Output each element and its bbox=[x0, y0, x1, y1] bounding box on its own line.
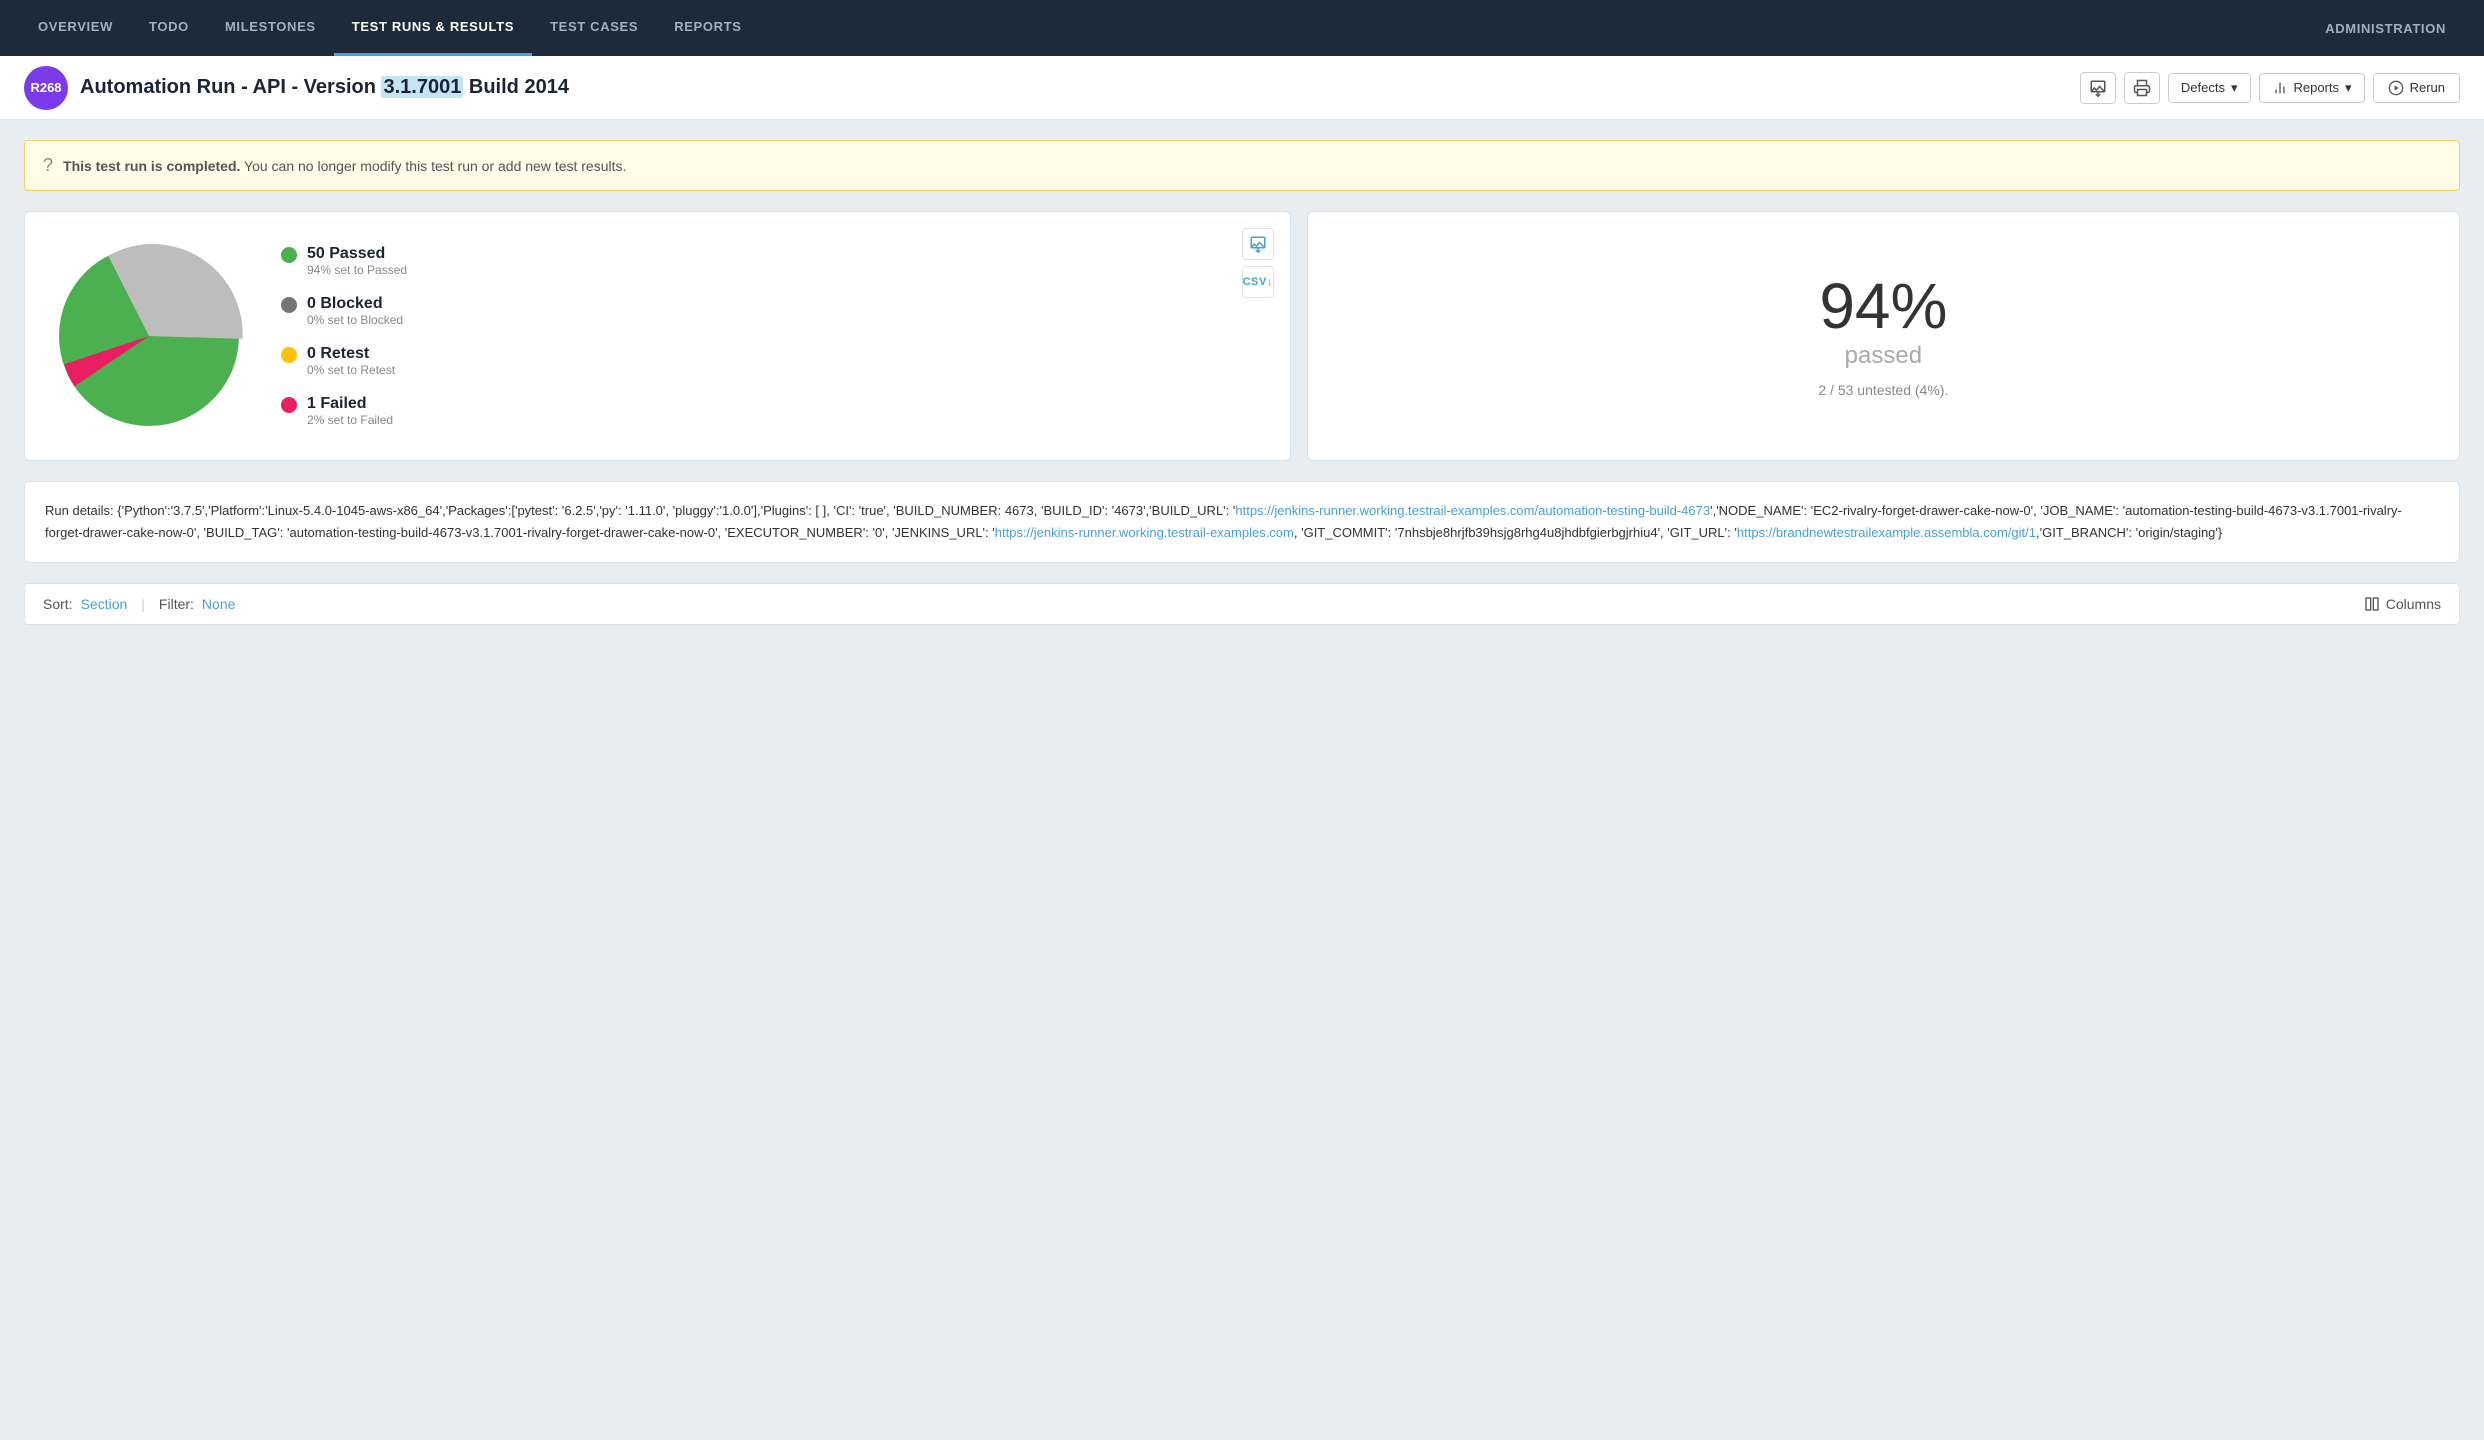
info-icon: ? bbox=[43, 155, 53, 176]
failed-pct: 2% set to Failed bbox=[307, 413, 393, 427]
filter-value[interactable]: None bbox=[202, 596, 235, 612]
nav-reports[interactable]: REPORTS bbox=[656, 0, 759, 56]
export-icon-button[interactable] bbox=[2080, 72, 2116, 104]
legend-blocked: 0 Blocked 0% set to Blocked bbox=[281, 295, 1266, 327]
stats-card: CSV↓ 50 P bbox=[24, 211, 1291, 461]
completion-notice: ? This test run is completed. You can no… bbox=[24, 140, 2460, 191]
run-details-branch: ,'GIT_BRANCH': 'origin/staging'} bbox=[2036, 525, 2222, 540]
sort-value[interactable]: Section bbox=[81, 596, 128, 612]
run-title: Automation Run - API - Version 3.1.7001 … bbox=[80, 76, 2068, 99]
pass-percentage: 94% bbox=[1819, 274, 1947, 338]
legend-passed: 50 Passed 94% set to Passed bbox=[281, 245, 1266, 277]
legend-retest: 0 Retest 0% set to Retest bbox=[281, 345, 1266, 377]
passed-dot bbox=[281, 247, 297, 263]
play-icon bbox=[2388, 80, 2404, 96]
columns-button[interactable]: Columns bbox=[2364, 596, 2441, 612]
bar-chart-icon bbox=[2272, 80, 2288, 96]
columns-label: Columns bbox=[2386, 596, 2441, 612]
nav-overview[interactable]: OVERVIEW bbox=[20, 0, 131, 56]
pie-chart bbox=[49, 236, 249, 436]
retest-dot bbox=[281, 347, 297, 363]
csv-export-button[interactable]: CSV↓ bbox=[1242, 266, 1274, 298]
separator: | bbox=[141, 596, 145, 612]
nav-administration[interactable]: ADMINISTRATION bbox=[2307, 0, 2464, 56]
retest-count: 0 Retest bbox=[307, 345, 395, 363]
chart-legend: 50 Passed 94% set to Passed 0 Blocked 0%… bbox=[281, 245, 1266, 427]
passed-label: passed bbox=[1845, 342, 1922, 370]
run-details-section: Run details: {'Python':'3.7.5','Platform… bbox=[24, 481, 2460, 563]
main-content: ? This test run is completed. You can no… bbox=[0, 120, 2484, 645]
blocked-dot bbox=[281, 297, 297, 313]
export-icons-group: CSV↓ bbox=[1242, 228, 1274, 298]
reports-dropdown-button[interactable]: Reports ▾ bbox=[2259, 73, 2365, 103]
build-url-link[interactable]: https://jenkins-runner.working.testrail-… bbox=[1235, 503, 1710, 518]
git-url-link[interactable]: https://brandnewtestrailexample.assembla… bbox=[1737, 525, 2036, 540]
notice-bold-text: This test run is completed. bbox=[63, 158, 240, 174]
nav-todo[interactable]: TODO bbox=[131, 0, 207, 56]
percentage-card: 94% passed 2 / 53 untested (4%). bbox=[1307, 211, 2460, 461]
passed-count: 50 Passed bbox=[307, 245, 407, 263]
sort-label: Sort: bbox=[43, 596, 73, 612]
failed-dot bbox=[281, 397, 297, 413]
top-navigation: OVERVIEW TODO MILESTONES TEST RUNS & RES… bbox=[0, 0, 2484, 56]
run-badge: R268 bbox=[24, 66, 68, 110]
run-title-highlight: 3.1.7001 bbox=[381, 76, 463, 98]
reports-chevron-icon: ▾ bbox=[2345, 80, 2352, 96]
header-actions: Defects ▾ Reports ▾ Rerun bbox=[2080, 72, 2460, 104]
legend-failed: 1 Failed 2% set to Failed bbox=[281, 395, 1266, 427]
run-details-prefix: Run details: {'Python':'3.7.5','Platform… bbox=[45, 503, 1235, 518]
nav-test-runs[interactable]: TEST RUNS & RESULTS bbox=[334, 0, 532, 56]
blocked-count: 0 Blocked bbox=[307, 295, 403, 313]
image-export-button[interactable] bbox=[1242, 228, 1274, 260]
run-title-suffix: Build 2014 bbox=[463, 76, 569, 98]
defects-label: Defects bbox=[2181, 80, 2225, 95]
retest-pct: 0% set to Retest bbox=[307, 363, 395, 377]
run-details-git: , 'GIT_COMMIT': '7nhsbje8hrjfb39hsjg8rhg… bbox=[1294, 525, 1737, 540]
nav-milestones[interactable]: MILESTONES bbox=[207, 0, 334, 56]
failed-count: 1 Failed bbox=[307, 395, 393, 413]
header-bar: R268 Automation Run - API - Version 3.1.… bbox=[0, 56, 2484, 120]
defects-dropdown-button[interactable]: Defects ▾ bbox=[2168, 73, 2251, 103]
cards-row: CSV↓ 50 P bbox=[24, 211, 2460, 461]
filter-label: Filter: bbox=[159, 596, 194, 612]
columns-icon bbox=[2364, 596, 2380, 612]
rerun-label: Rerun bbox=[2410, 80, 2445, 95]
notice-normal-text: You can no longer modify this test run o… bbox=[244, 158, 626, 174]
pie-chart-svg bbox=[49, 236, 249, 436]
nav-test-cases[interactable]: TEST CASES bbox=[532, 0, 656, 56]
rerun-button[interactable]: Rerun bbox=[2373, 73, 2460, 103]
bottom-bar: Sort: Section | Filter: None Columns bbox=[24, 583, 2460, 625]
passed-pct: 94% set to Passed bbox=[307, 263, 407, 277]
run-title-prefix: Automation Run - API - Version bbox=[80, 76, 381, 98]
defects-chevron-icon: ▾ bbox=[2231, 80, 2238, 96]
jenkins-url-link[interactable]: https://jenkins-runner.working.testrail-… bbox=[995, 525, 1294, 540]
blocked-pct: 0% set to Blocked bbox=[307, 313, 403, 327]
reports-label: Reports bbox=[2294, 80, 2340, 95]
print-icon-button[interactable] bbox=[2124, 72, 2160, 104]
untested-text: 2 / 53 untested (4%). bbox=[1818, 382, 1948, 398]
